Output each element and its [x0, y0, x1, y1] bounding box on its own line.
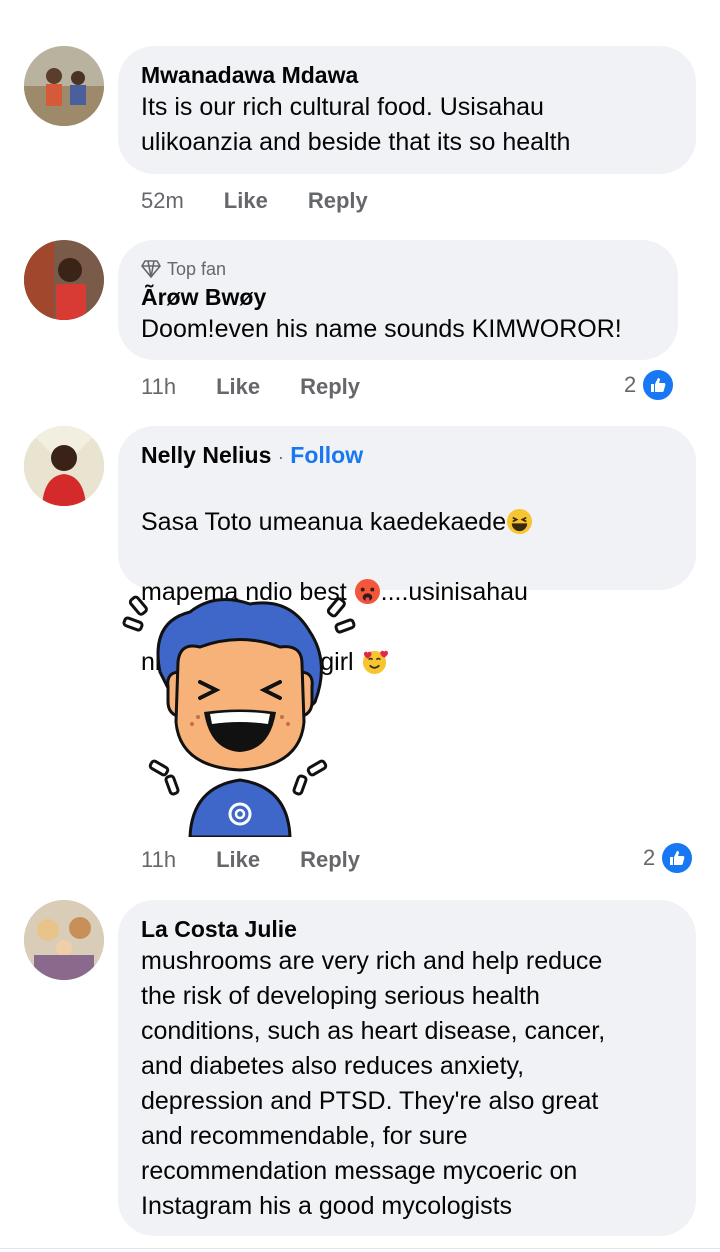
- comment-actions: 52m Like Reply: [141, 188, 408, 214]
- comment-author[interactable]: La Costa Julie: [141, 914, 672, 944]
- like-button[interactable]: Like: [216, 374, 260, 400]
- comment-text: mushrooms are very rich and help reduce …: [141, 947, 606, 1220]
- like-button[interactable]: Like: [216, 847, 260, 873]
- grinning-squinting-emoji-icon: [507, 508, 533, 535]
- comment-text: Doom!even his name sounds KIMWOROR!: [141, 315, 622, 343]
- follow-button[interactable]: Follow: [290, 442, 363, 468]
- comment-bubble: Top fan Ãrøw Bwøy Doom!even his name sou…: [118, 240, 678, 360]
- comment-author[interactable]: Mwanadawa Mdawa: [141, 60, 672, 90]
- reply-button[interactable]: Reply: [308, 188, 368, 214]
- comment-text-line: ....usinisahau: [380, 578, 528, 606]
- comment-header: Nelly Nelius · Follow: [141, 440, 672, 470]
- comment-actions: 11h Like Reply: [141, 374, 400, 400]
- comment-actions: 11h Like Reply: [141, 847, 400, 873]
- diamond-icon: [141, 260, 161, 278]
- reply-button[interactable]: Reply: [300, 374, 360, 400]
- comment-timestamp[interactable]: 11h: [141, 847, 176, 873]
- comment-text: Its is our rich cultural food. Usisahau …: [141, 93, 571, 156]
- like-button[interactable]: Like: [224, 188, 268, 214]
- comment-author[interactable]: Ãrøw Bwøy: [141, 282, 654, 312]
- avatar-mwanadawa-mdawa[interactable]: [24, 46, 104, 126]
- comment-timestamp[interactable]: 52m: [141, 188, 184, 214]
- separator-dot: ·: [277, 447, 284, 467]
- reaction-summary[interactable]: 2: [643, 841, 695, 875]
- comment-text-line: Sasa Toto umeanua kaedekaede: [141, 508, 507, 536]
- thumbs-up-icon: [641, 368, 676, 402]
- avatar-la-costa-julie[interactable]: [24, 900, 104, 980]
- avatar-nelly-nelius[interactable]: [24, 426, 104, 506]
- divider: [0, 1248, 720, 1249]
- thumbs-up-icon: [660, 841, 695, 875]
- comment-author[interactable]: Nelly Nelius: [141, 442, 271, 468]
- avatar-arow-bwoy[interactable]: [24, 240, 104, 320]
- smiling-face-with-hearts-emoji-icon: [362, 650, 388, 675]
- top-fan-badge: Top fan: [141, 256, 654, 282]
- laughing-boy-sticker: [122, 595, 356, 837]
- reaction-count: 2: [643, 845, 656, 870]
- comment-bubble: Mwanadawa Mdawa Its is our rich cultural…: [118, 46, 696, 174]
- reply-button[interactable]: Reply: [300, 847, 360, 873]
- top-fan-label: Top fan: [167, 259, 227, 279]
- comment-bubble: Nelly Nelius · Follow Sasa Toto umeanua …: [118, 426, 696, 676]
- comment-bubble: La Costa Julie mushrooms are very rich a…: [118, 900, 696, 1236]
- reaction-count: 2: [624, 372, 637, 397]
- comment-timestamp[interactable]: 11h: [141, 374, 176, 400]
- reaction-summary[interactable]: 2: [624, 368, 676, 402]
